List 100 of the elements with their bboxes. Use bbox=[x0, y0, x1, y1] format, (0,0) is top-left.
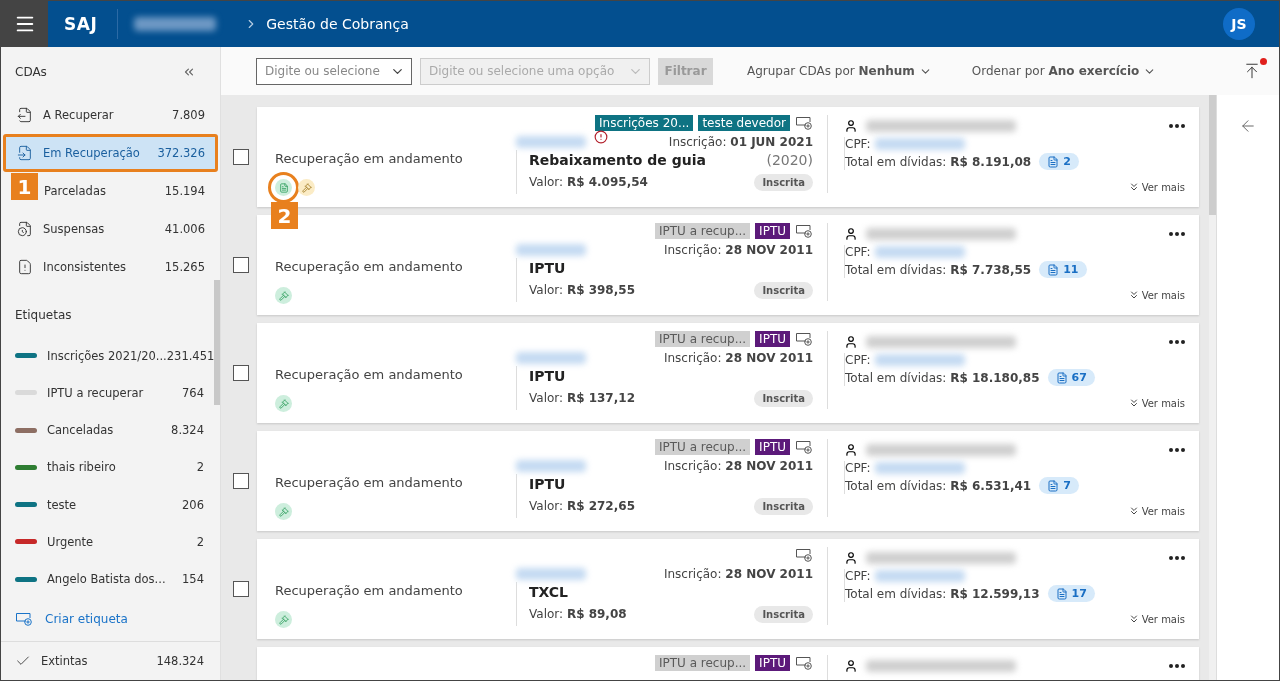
add-tag-icon[interactable] bbox=[795, 116, 813, 130]
sidebar-item[interactable]: Parceladas 15.194 bbox=[41, 172, 218, 210]
see-more-link[interactable]: Ver mais bbox=[1127, 505, 1185, 517]
tag[interactable]: IPTU a recup... bbox=[654, 655, 751, 671]
person-icon bbox=[844, 551, 858, 565]
tag[interactable]: IPTU bbox=[755, 223, 790, 239]
sidebar-item[interactable]: Extintas 148.324 bbox=[1, 640, 220, 680]
ellipsis-icon bbox=[1169, 232, 1185, 236]
add-tag-icon[interactable] bbox=[795, 332, 813, 346]
tag[interactable]: IPTU bbox=[755, 439, 790, 455]
card-title: IPTU bbox=[529, 260, 566, 276]
tag[interactable]: IPTU a recup... bbox=[654, 439, 751, 455]
cpf-label: CPF: bbox=[845, 245, 871, 259]
total-debt-text: Total em dívidas: R$ 8.191,08 bbox=[845, 154, 1032, 169]
label-item[interactable]: teste 206 bbox=[1, 485, 212, 524]
documents-count-badge[interactable]: 17 bbox=[1047, 585, 1095, 602]
checkbox[interactable] bbox=[233, 473, 249, 489]
registration-date: Inscrição: 28 NOV 2011 bbox=[663, 350, 813, 365]
see-more-link[interactable]: Ver mais bbox=[1127, 181, 1185, 193]
upload-icon bbox=[1243, 62, 1261, 80]
brand-logo: SAJ bbox=[64, 14, 98, 34]
document-arrow-icon bbox=[17, 107, 33, 123]
more-options-button[interactable] bbox=[1169, 556, 1185, 560]
add-tag-icon[interactable] bbox=[795, 224, 813, 238]
filter-select[interactable]: Digite ou selecione bbox=[256, 57, 412, 85]
more-options-button[interactable] bbox=[1169, 124, 1185, 128]
see-more-link[interactable]: Ver mais bbox=[1127, 613, 1185, 625]
card-title: IPTU bbox=[529, 368, 566, 384]
status-pill: Inscrita bbox=[754, 389, 813, 407]
blurred-text bbox=[516, 567, 586, 580]
gavel-icon bbox=[298, 179, 315, 196]
menu-button[interactable] bbox=[1, 1, 48, 47]
label-item[interactable]: thais ribeiro 2 bbox=[1, 448, 212, 486]
value-text: Valor: R$ 89,08 bbox=[529, 607, 627, 621]
total-debt-text: Total em dívidas: R$ 6.531,41 bbox=[845, 478, 1032, 493]
sidebar-item[interactable]: A Recuperar 7.809 bbox=[3, 96, 218, 134]
person-icon bbox=[844, 443, 858, 457]
label-item[interactable]: Inscrições 2021/20...231.451 bbox=[1, 337, 212, 375]
create-label-link[interactable]: Criar etiqueta bbox=[1, 597, 220, 641]
blurred-text bbox=[516, 135, 586, 148]
step-number-tooltip: 2 bbox=[271, 202, 298, 229]
add-tag-icon[interactable] bbox=[795, 548, 813, 562]
tag[interactable]: teste devedor bbox=[698, 115, 790, 131]
label-item[interactable]: IPTU a recuperar 764 bbox=[1, 374, 212, 412]
sidebar-item[interactable]: Suspensas 41.006 bbox=[3, 210, 218, 248]
ellipsis-icon bbox=[1169, 124, 1185, 128]
tag[interactable]: IPTU a recup... bbox=[654, 331, 751, 347]
scrollbar-thumb[interactable] bbox=[1209, 95, 1216, 215]
cda-card[interactable]: Recuperação em andamento IPTU a recup... IPTU Inscrição: 28 NOV 2011 IPTU Valor: R$ 272,65 Inscrita CPF: Total em dívidas: R$ 6.531,41 7 Ver mais bbox=[257, 431, 1199, 531]
upload-button[interactable] bbox=[1243, 62, 1261, 80]
documents-count-badge[interactable]: 2 bbox=[1039, 153, 1079, 170]
sidebar-item[interactable]: Inconsistentes 15.265 bbox=[3, 248, 218, 286]
label-item[interactable]: Urgente 2 bbox=[1, 523, 212, 561]
documents-count-badge[interactable]: 7 bbox=[1039, 477, 1079, 494]
document-icon bbox=[1055, 587, 1068, 600]
document-arrow-icon bbox=[17, 145, 33, 161]
registration-date: Inscrição: 28 NOV 2011 bbox=[663, 566, 813, 581]
tag[interactable]: IPTU bbox=[755, 655, 790, 671]
order-by-dropdown[interactable]: Ordenar por Ano exercício bbox=[965, 63, 1163, 79]
see-more-link[interactable]: Ver mais bbox=[1127, 289, 1185, 301]
cda-card[interactable]: Recuperação em andamento Inscrições 20... teste devedor Inscrição: 01 JUN 2021 Rebaixamento de guia (2020) Valor: R$ 4.095,54 Inscrita CPF: Total em dívidas: R$ 8.191,08 2 Ver mais bbox=[257, 107, 1199, 207]
add-tag-icon[interactable] bbox=[15, 612, 33, 627]
more-options-button[interactable] bbox=[1169, 232, 1185, 236]
status-text: Recuperação em andamento bbox=[275, 259, 463, 274]
document-icon bbox=[1047, 155, 1060, 168]
sidebar-item[interactable]: Em Recuperação 372.326 bbox=[3, 134, 218, 172]
more-options-button[interactable] bbox=[1169, 340, 1185, 344]
label-item[interactable]: Angelo Batista dos... 154 bbox=[1, 560, 212, 598]
add-tag-icon[interactable] bbox=[795, 440, 813, 454]
cda-card[interactable]: Recuperação em andamento IPTU a recup... IPTU Inscrição: 28 NOV 2011 IPTU Valor: R$ 137,12 Inscrita CPF: Total em dívidas: R$ 18.180,85 67 Ver mais bbox=[257, 323, 1199, 423]
add-tag-icon[interactable] bbox=[795, 656, 813, 670]
cda-card[interactable]: Recuperação em andamento Inscrição: 28 NOV 2011 TXCL Valor: R$ 89,08 Inscrita CPF: Total em dívidas: R$ 12.599,13 17 Ver mais bbox=[257, 539, 1199, 639]
gavel-icon bbox=[275, 287, 292, 304]
documents-count-badge[interactable]: 11 bbox=[1039, 261, 1087, 278]
blurred-text bbox=[516, 459, 586, 472]
group-by-dropdown[interactable]: Agrupar CDAs por Nenhum bbox=[741, 63, 938, 79]
status-pill: Inscrita bbox=[754, 281, 813, 299]
cpf-label: CPF: bbox=[845, 569, 871, 583]
total-debt-text: Total em dívidas: R$ 18.180,85 bbox=[845, 370, 1040, 385]
tag[interactable]: IPTU bbox=[755, 331, 790, 347]
checkbox[interactable] bbox=[233, 581, 249, 597]
checkbox[interactable] bbox=[233, 149, 249, 165]
more-options-button[interactable] bbox=[1169, 664, 1185, 668]
user-avatar[interactable]: JS bbox=[1223, 8, 1255, 40]
registration-date: Inscrição: 28 NOV 2011 bbox=[663, 242, 813, 257]
documents-count-badge[interactable]: 67 bbox=[1047, 369, 1095, 386]
checkbox[interactable] bbox=[233, 365, 249, 381]
label-item[interactable]: Canceladas 8.324 bbox=[1, 411, 212, 449]
document-clock-icon bbox=[17, 221, 33, 237]
see-more-link[interactable]: Ver mais bbox=[1127, 397, 1185, 409]
gavel-icon bbox=[275, 503, 292, 520]
tag[interactable]: IPTU a recup... bbox=[654, 223, 751, 239]
cda-card[interactable]: IPTU a recup... IPTU bbox=[257, 647, 1199, 680]
tag[interactable]: Inscrições 20... bbox=[595, 115, 694, 131]
checkbox[interactable] bbox=[233, 257, 249, 273]
year-text: (2020) bbox=[766, 152, 813, 168]
more-options-button[interactable] bbox=[1169, 448, 1185, 452]
cpf-label: CPF: bbox=[845, 137, 871, 151]
document-icon bbox=[1055, 371, 1068, 384]
total-debt-text: Total em dívidas: R$ 12.599,13 bbox=[845, 586, 1040, 601]
